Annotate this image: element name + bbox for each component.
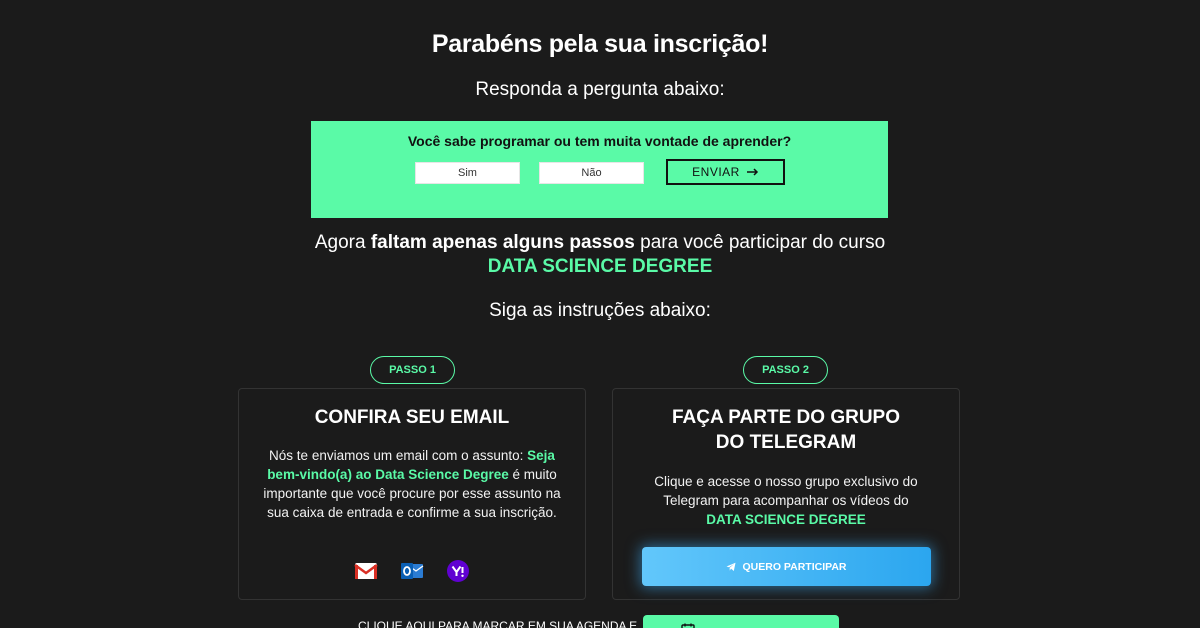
telegram-icon [726, 562, 736, 571]
answer-yes-button[interactable]: Sim [415, 162, 520, 184]
yahoo-icon[interactable] [446, 560, 470, 582]
join-telegram-button[interactable]: QUERO PARTICIPAR [642, 547, 931, 586]
calendar-icon [681, 623, 695, 628]
step2-text: Clique e acesse o nosso grupo exclusivo … [629, 472, 943, 529]
answer-no-button[interactable]: Não [539, 162, 644, 184]
outlook-icon[interactable] [400, 560, 424, 582]
page-subtitle: Responda a pergunta abaixo: [475, 79, 725, 100]
step1-title: CONFIRA SEU EMAIL [314, 407, 510, 428]
gmail-icon[interactable] [354, 560, 378, 582]
page-title: Parabéns pela sua inscrição! [431, 30, 769, 58]
step2-title-line2: DO TELEGRAM [715, 432, 857, 453]
steps-intro: Agora faltam apenas alguns passos para v… [0, 230, 1200, 255]
step2-text-body: Clique e acesse o nosso grupo exclusivo … [654, 474, 918, 508]
steps-intro-prefix: Agora [314, 232, 371, 253]
step1-badge: PASSO 1 [370, 356, 455, 384]
steps-intro-bold: faltam apenas alguns passos [370, 232, 635, 253]
survey-question: Você sabe programar ou tem muita vontade… [407, 133, 792, 149]
join-telegram-label: QUERO PARTICIPAR [742, 560, 847, 573]
arrow-right-icon [746, 168, 758, 176]
calendar-prompt-text: CLIQUE AQUI PARA MARCAR EM SUA AGENDA E [358, 619, 638, 628]
step1-card: CONFIRA SEU EMAIL Nós te enviamos um ema… [238, 388, 586, 600]
steps-intro-suffix: para você participar do curso [634, 232, 886, 253]
step2-badge: PASSO 2 [743, 356, 828, 384]
step1-text-prefix: Nós te enviamos um email com o assunto: [269, 448, 528, 463]
instructions-heading: Siga as instruções abaixo: [489, 300, 711, 321]
submit-button[interactable]: ENVIAR [666, 159, 785, 185]
mail-icons [239, 560, 585, 582]
submit-label: ENVIAR [692, 165, 740, 179]
add-to-calendar-button[interactable] [643, 615, 839, 628]
step2-title-line1: FAÇA PARTE DO GRUPO [671, 407, 900, 428]
step2-highlight: DATA SCIENCE DEGREE [706, 512, 866, 527]
survey-box: Você sabe programar ou tem muita vontade… [311, 121, 888, 218]
step1-text: Nós te enviamos um email com o assunto: … [255, 446, 569, 522]
step2-card: FAÇA PARTE DO GRUPO DO TELEGRAM Clique e… [612, 388, 960, 600]
course-name: DATA SCIENCE DEGREE [487, 256, 713, 277]
